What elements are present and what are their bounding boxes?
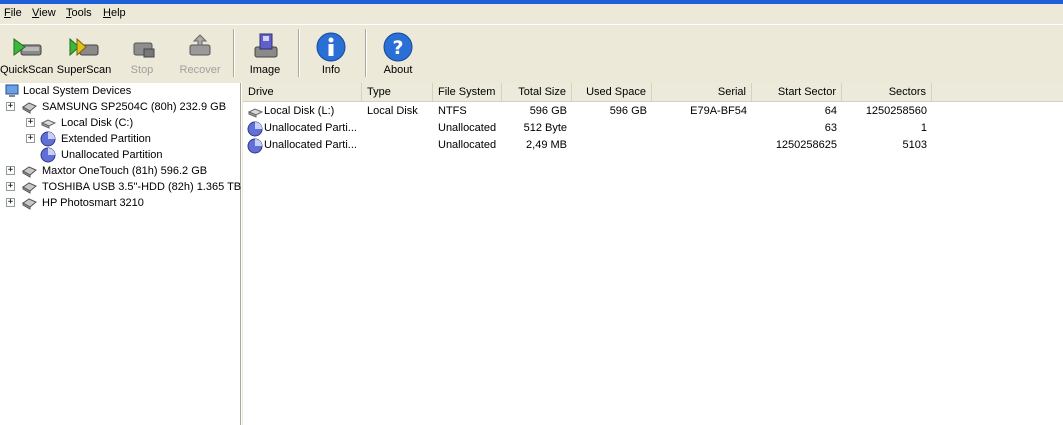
cell-total-size: 596 GB [529, 105, 567, 117]
partition-icon [40, 131, 56, 147]
stop-icon [133, 42, 155, 58]
cell-used-space [572, 137, 652, 154]
info-button[interactable]: Info [310, 25, 352, 81]
expand-toggle[interactable]: + [26, 118, 35, 127]
column-header-serial[interactable]: Serial [652, 83, 752, 101]
cell-file-system: NTFS [438, 105, 467, 117]
cell-drive: Unallocated Parti... [264, 139, 357, 151]
expand-toggle[interactable]: + [6, 182, 15, 191]
column-header-used-space[interactable]: Used Space [572, 83, 652, 101]
expand-toggle[interactable]: + [26, 134, 35, 143]
cell-used-space: 596 GB [609, 105, 647, 117]
cell-serial: E79A-BF54 [690, 105, 747, 117]
about-button[interactable]: ? About [377, 25, 419, 81]
cell-serial [652, 137, 752, 154]
cell-type [362, 120, 433, 137]
table-row[interactable]: Unallocated Parti... Unallocated 512 Byt… [243, 120, 1063, 137]
cell-file-system: Unallocated [438, 122, 497, 134]
column-header-drive[interactable]: Drive [243, 83, 362, 101]
help-question-icon: ? [383, 32, 413, 62]
hard-disk-icon [22, 182, 37, 194]
cell-serial [652, 120, 752, 137]
superscan-icon [69, 37, 99, 57]
cell-sectors: 1 [920, 122, 927, 134]
cell-used-space [572, 120, 652, 137]
superscan-button[interactable]: SuperScan [56, 25, 112, 81]
cell-total-size: 2,49 MB [526, 139, 567, 151]
toolbar: QuickScan SuperScan Stop Recover Image I… [0, 24, 1063, 84]
cell-drive: Unallocated Parti... [264, 122, 357, 134]
hard-disk-icon [22, 166, 37, 178]
image-button[interactable]: Image [243, 25, 287, 81]
table-row[interactable]: Local Disk (L:) Local Disk NTFS 596 GB 5… [243, 103, 1063, 120]
recover-button[interactable]: Recover [175, 25, 225, 81]
computer-icon [5, 84, 19, 97]
volume-icon [40, 119, 56, 129]
cell-sectors: 1250258560 [865, 105, 927, 117]
menu-view[interactable]: View [32, 7, 56, 19]
recover-icon [189, 34, 211, 56]
toolbar-separator [365, 29, 367, 77]
cell-type [362, 137, 433, 154]
info-icon [316, 32, 346, 62]
cell-start-sector: 63 [824, 122, 837, 134]
menu-tools[interactable]: Tools [66, 7, 92, 19]
expand-toggle[interactable]: + [6, 198, 15, 207]
menu-file[interactable]: File [4, 7, 22, 19]
cell-start-sector: 1250258625 [775, 139, 837, 151]
menu-help[interactable]: Help [103, 7, 126, 19]
cell-sectors: 5103 [902, 139, 927, 151]
menu-bar: File View Tools Help [0, 4, 1063, 23]
column-header-sectors[interactable]: Sectors [842, 83, 932, 101]
column-header-type[interactable]: Type [362, 83, 433, 101]
quickscan-icon [13, 38, 41, 56]
cell-type: Local Disk [367, 105, 418, 117]
stop-button[interactable]: Stop [118, 25, 166, 81]
column-header-file-system[interactable]: File System [433, 83, 502, 101]
column-header-total-size[interactable]: Total Size [502, 83, 572, 101]
column-header-start-sector[interactable]: Start Sector [752, 83, 842, 101]
quickscan-button[interactable]: QuickScan [0, 25, 53, 81]
cell-drive: Local Disk (L:) [264, 105, 335, 117]
disk-image-icon [254, 33, 278, 58]
cell-total-size: 512 Byte [523, 122, 567, 134]
table-row[interactable]: Unallocated Parti... Unallocated 2,49 MB… [243, 137, 1063, 154]
svg-text:?: ? [392, 37, 403, 59]
hard-disk-icon [22, 102, 37, 114]
partition-list: Drive Type File System Total Size Used S… [243, 83, 1063, 425]
expand-toggle[interactable]: + [6, 166, 15, 175]
cell-start-sector: 64 [824, 105, 837, 117]
cell-file-system: Unallocated [438, 139, 497, 151]
partition-icon [40, 147, 56, 163]
toolbar-separator [233, 29, 235, 77]
expand-toggle[interactable]: + [6, 102, 15, 111]
hard-disk-icon [22, 198, 37, 210]
device-tree: Local System Devices + SAMSUNG SP2504C (… [0, 83, 241, 425]
toolbar-separator [298, 29, 300, 77]
list-header: Drive Type File System Total Size Used S… [243, 83, 1063, 102]
